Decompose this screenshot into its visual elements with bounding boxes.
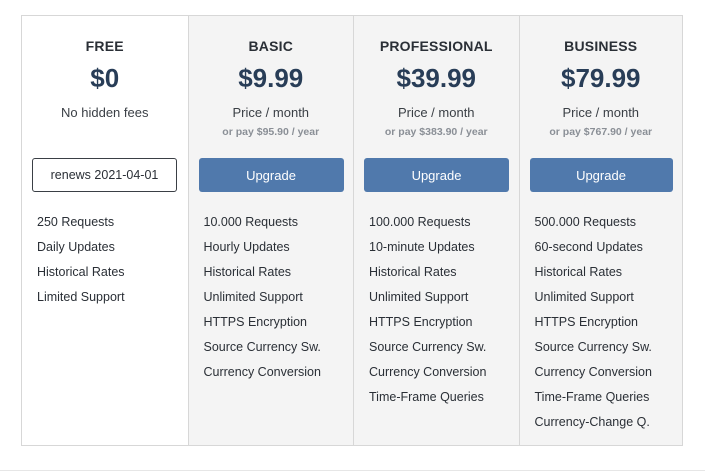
- feature-item: 100.000 Requests: [369, 215, 471, 229]
- plan-name: FREE: [85, 38, 124, 54]
- feature-item: 500.000 Requests: [534, 215, 636, 229]
- feature-item: Unlimited Support: [369, 290, 469, 304]
- feature-item: Currency Conversion: [369, 365, 487, 379]
- feature-item: Source Currency Sw.: [369, 340, 487, 354]
- feature-item: Time-Frame Queries: [534, 390, 650, 404]
- divider: [0, 470, 705, 471]
- feature-item: Daily Updates: [37, 240, 115, 254]
- plan-basic: BASIC $9.99 Price / month or pay $95.90 …: [187, 16, 353, 445]
- feature-item: Time-Frame Queries: [369, 390, 484, 404]
- plan-yearly-price: or pay $767.90 / year: [549, 126, 653, 138]
- upgrade-button-business[interactable]: Upgrade: [529, 158, 673, 192]
- feature-item: Source Currency Sw.: [203, 340, 321, 354]
- plan-subtitle: No hidden fees: [61, 105, 149, 120]
- feature-item: Limited Support: [37, 290, 125, 304]
- pricing-page: FREE $0 No hidden fees renews 2021-04-01…: [0, 0, 705, 475]
- plan-business: BUSINESS $79.99 Price / month or pay $76…: [518, 16, 682, 445]
- plan-free: FREE $0 No hidden fees renews 2021-04-01…: [22, 16, 188, 445]
- feature-item: Unlimited Support: [203, 290, 303, 304]
- pricing-table: FREE $0 No hidden fees renews 2021-04-01…: [21, 15, 683, 446]
- plan-price: $9.99: [238, 63, 304, 93]
- plan-name: PROFESSIONAL: [379, 38, 493, 54]
- feature-item: Hourly Updates: [203, 240, 290, 254]
- feature-list: 100.000 Requests 10-minute Updates Histo…: [369, 210, 486, 410]
- feature-item: Historical Rates: [534, 265, 623, 279]
- feature-item: Unlimited Support: [534, 290, 634, 304]
- plan-name: BASIC: [248, 38, 294, 54]
- feature-item: Source Currency Sw.: [534, 340, 652, 354]
- plan-price: $79.99: [560, 63, 641, 93]
- feature-item: 60-second Updates: [534, 240, 643, 254]
- feature-list: 10.000 Requests Hourly Updates Historica…: [204, 210, 321, 385]
- feature-item: 10-minute Updates: [369, 240, 475, 254]
- feature-item: 10.000 Requests: [203, 215, 299, 229]
- feature-list: 250 Requests Daily Updates Historical Ra…: [37, 210, 125, 310]
- feature-item: Currency-Change Q.: [534, 415, 650, 429]
- feature-item: Historical Rates: [37, 265, 125, 279]
- feature-item: Historical Rates: [203, 265, 292, 279]
- plan-subtitle: Price / month: [562, 105, 640, 120]
- plan-subtitle: Price / month: [232, 105, 310, 120]
- plan-subtitle: Price / month: [397, 105, 475, 120]
- feature-item: HTTPS Encryption: [369, 315, 473, 329]
- feature-item: Historical Rates: [369, 265, 457, 279]
- plan-price: $0: [90, 63, 120, 93]
- plan-professional: PROFESSIONAL $39.99 Price / month or pay…: [353, 16, 519, 445]
- plan-yearly-price: or pay $383.90 / year: [384, 126, 488, 138]
- plan-price: $39.99: [396, 63, 477, 93]
- upgrade-button-professional[interactable]: Upgrade: [364, 158, 509, 192]
- feature-item: Currency Conversion: [203, 365, 321, 379]
- plan-name: BUSINESS: [564, 38, 638, 54]
- plan-yearly-price: or pay $95.90 / year: [222, 126, 320, 138]
- upgrade-button-basic[interactable]: Upgrade: [198, 158, 344, 192]
- feature-list: 500.000 Requests 60-second Updates Histo…: [535, 210, 652, 435]
- renewal-date-box: renews 2021-04-01: [32, 158, 177, 192]
- feature-item: HTTPS Encryption: [534, 315, 639, 329]
- feature-item: HTTPS Encryption: [203, 315, 308, 329]
- feature-item: Currency Conversion: [534, 365, 652, 379]
- feature-item: 250 Requests: [37, 215, 115, 229]
